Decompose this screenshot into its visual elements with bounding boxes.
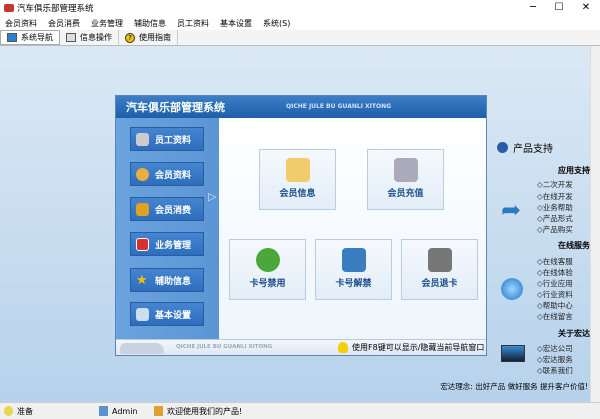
tile-card-enable[interactable]: 卡号解禁 bbox=[315, 239, 392, 300]
link-item[interactable]: ◇行业资料 bbox=[537, 289, 573, 300]
link-item[interactable]: ◇在线留言 bbox=[537, 311, 573, 322]
link-item[interactable]: ◇业务帮助 bbox=[537, 202, 573, 213]
link-item[interactable]: ◇产品形式 bbox=[537, 213, 573, 224]
link-item[interactable]: ◇行业应用 bbox=[537, 278, 573, 289]
panel-subtitle: QICHE JULE BU GUANLI XITONG bbox=[286, 103, 392, 110]
support-title: 产品支持 bbox=[513, 144, 553, 155]
help-circle-icon bbox=[497, 142, 508, 153]
star-icon: ★ bbox=[136, 272, 148, 288]
panel-title: 汽车俱乐部管理系统 bbox=[126, 101, 225, 114]
slogan: 宏达理念: 出好产品 做好服务 提升客户价值! bbox=[440, 382, 588, 391]
nav-staff[interactable]: 员工资料 bbox=[130, 127, 204, 151]
status-user: Admin bbox=[95, 406, 150, 416]
nav-member-info[interactable]: 会员资料 bbox=[130, 162, 204, 186]
panel-nav: 员工资料 会员资料 会员消费 业务管理 ★ 辅助信息 基本设置 ▷ bbox=[116, 118, 219, 339]
user-block-icon bbox=[255, 248, 280, 272]
menu-aux-info[interactable]: 辅助信息 bbox=[129, 18, 172, 29]
menu-staff[interactable]: 员工资料 bbox=[172, 18, 215, 29]
link-item[interactable]: ◇产品购买 bbox=[537, 224, 573, 235]
panel-content: 会员信息 会员充值 卡号禁用 卡号解禁 会员退卡 bbox=[219, 118, 486, 339]
section-online-service: 在线服务 bbox=[558, 241, 590, 250]
link-item[interactable]: ◇在线体验 bbox=[537, 267, 573, 278]
link-item[interactable]: ◇在线客服 bbox=[537, 256, 573, 267]
link-item[interactable]: ◇宏达公司 bbox=[537, 343, 573, 354]
tile-member-info[interactable]: 会员信息 bbox=[259, 149, 336, 210]
lightbulb-icon bbox=[338, 342, 348, 353]
link-item[interactable]: ◇二次开发 bbox=[537, 179, 573, 190]
link-item[interactable]: ◇联系我们 bbox=[537, 365, 573, 376]
menu-member-consume[interactable]: 会员消费 bbox=[43, 18, 86, 29]
monitor-icon bbox=[501, 345, 525, 362]
share-arrow-icon: ➦ bbox=[501, 196, 522, 224]
coins-icon bbox=[136, 202, 149, 216]
close-button[interactable]: ✕ bbox=[575, 0, 597, 16]
settings-icon bbox=[136, 307, 149, 321]
scrollbar[interactable] bbox=[590, 46, 600, 402]
help-icon: ? bbox=[125, 32, 135, 43]
link-item[interactable]: ◇在线开发 bbox=[537, 191, 573, 202]
nav-aux-info[interactable]: ★ 辅助信息 bbox=[130, 268, 204, 292]
globe-icon bbox=[501, 278, 523, 300]
tile-card-disable[interactable]: 卡号禁用 bbox=[229, 239, 306, 300]
user-icon bbox=[154, 406, 163, 416]
car-icon bbox=[120, 343, 164, 354]
nav-business[interactable]: 业务管理 bbox=[130, 232, 204, 256]
status-ready: 准备 bbox=[0, 406, 95, 417]
folder-check-icon bbox=[341, 248, 366, 272]
status-welcome: 欢迎使用我们的产品! bbox=[150, 406, 242, 417]
nav-settings[interactable]: 基本设置 bbox=[130, 302, 204, 326]
tile-card-return[interactable]: 会员退卡 bbox=[401, 239, 478, 300]
section-about: 关于宏达 bbox=[558, 329, 590, 338]
menu-settings[interactable]: 基本设置 bbox=[215, 18, 258, 29]
card-icon bbox=[393, 158, 418, 182]
panel-header: 汽车俱乐部管理系统 QICHE JULE BU GUANLI XITONG bbox=[116, 96, 486, 118]
title-bar: 汽车俱乐部管理系统 ─ ☐ ✕ bbox=[0, 0, 600, 16]
tab-info-ops[interactable]: 信息操作 bbox=[60, 30, 119, 45]
panel-footer: QICHE JULE BU GUANLI XITONG 使用F8键可以显示/隐藏… bbox=[116, 339, 486, 355]
navigation-panel: 汽车俱乐部管理系统 QICHE JULE BU GUANLI XITONG 员工… bbox=[115, 95, 487, 356]
status-bar: 准备 Admin 欢迎使用我们的产品! bbox=[0, 402, 600, 419]
folder-icon bbox=[285, 158, 310, 182]
support-panel: 产品支持 应用支持 ➦ ◇二次开发 ◇在线开发 ◇业务帮助 ◇产品形式 ◇产品购… bbox=[493, 130, 590, 380]
menu-business[interactable]: 业务管理 bbox=[86, 18, 129, 29]
maximize-button[interactable]: ☐ bbox=[548, 0, 570, 16]
tab-user-guide[interactable]: ? 使用指南 bbox=[119, 30, 178, 45]
nav-icon bbox=[7, 33, 17, 42]
menu-system[interactable]: 系统(S) bbox=[258, 18, 296, 29]
section-app-support: 应用支持 bbox=[558, 166, 590, 175]
folder-return-icon bbox=[427, 248, 452, 272]
toolbar: 系统导航 信息操作 ? 使用指南 bbox=[0, 30, 600, 46]
f8-hint: 使用F8键可以显示/隐藏当前导航窗口 bbox=[352, 343, 485, 352]
menu-bar: 会员资料 会员消费 业务管理 辅助信息 员工资料 基本设置 系统(S) bbox=[0, 16, 600, 30]
user-icon bbox=[99, 406, 108, 416]
users-icon bbox=[136, 167, 149, 181]
lightbulb-icon bbox=[4, 406, 13, 416]
window-title: 汽车俱乐部管理系统 bbox=[17, 4, 94, 14]
nav-member-consume[interactable]: 会员消费 bbox=[130, 197, 204, 221]
tile-member-recharge[interactable]: 会员充值 bbox=[367, 149, 444, 210]
arrow-right-icon: ▷ bbox=[208, 190, 217, 203]
link-item[interactable]: ◇帮助中心 bbox=[537, 300, 573, 311]
monitor-icon bbox=[136, 237, 149, 251]
menu-member-info[interactable]: 会员资料 bbox=[0, 18, 43, 29]
window-icon bbox=[66, 33, 76, 42]
id-card-icon bbox=[136, 132, 149, 146]
minimize-button[interactable]: ─ bbox=[522, 0, 544, 16]
app-icon bbox=[4, 4, 14, 12]
link-item[interactable]: ◇宏达服务 bbox=[537, 354, 573, 365]
tab-system-nav[interactable]: 系统导航 bbox=[0, 30, 60, 45]
footer-text: QICHE JULE BU GUANLI XITONG bbox=[176, 344, 273, 350]
